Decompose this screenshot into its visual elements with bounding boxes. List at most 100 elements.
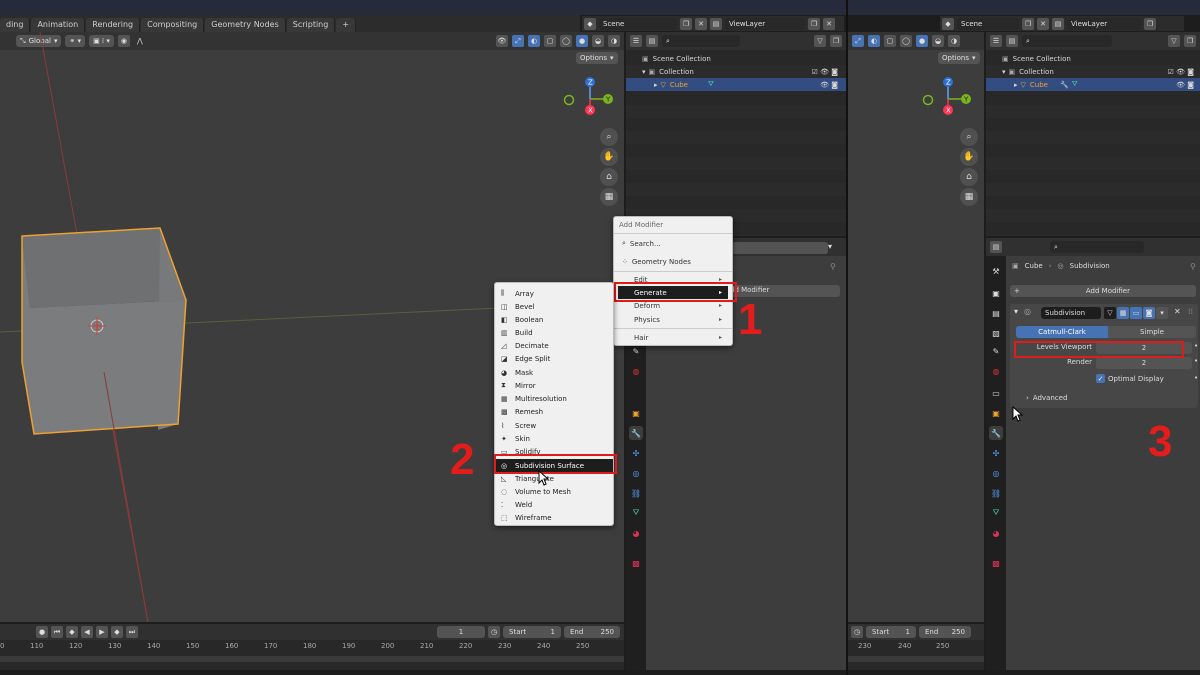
outliner-right[interactable]: ☰ ▤ ⌕ ▽ ❐ ▣ Scene Collection ▾ ▣ Collection… xyxy=(986,32,1200,236)
modifier-name-field[interactable]: Subdivision xyxy=(1041,307,1101,319)
editmode-toggle-icon[interactable]: ▦ xyxy=(1117,307,1129,319)
render-toggle-icon[interactable]: ◙ xyxy=(1143,307,1155,319)
menu-item-decimate[interactable]: ◿ Decimate xyxy=(495,339,613,352)
axis-gizmo[interactable]: Z Y X xyxy=(918,74,978,124)
tool-tab-icon[interactable]: ⚒ xyxy=(989,264,1003,278)
menu-item-boolean[interactable]: ◧ Boolean xyxy=(495,313,613,326)
tab-compositing[interactable]: Compositing xyxy=(141,18,205,32)
advanced-subpanel[interactable]: › Advanced xyxy=(1026,394,1067,402)
timeline-scrollbar[interactable] xyxy=(0,656,624,662)
menu-item-multiresolution[interactable]: ▦ Multiresolution xyxy=(495,392,613,405)
start-frame-field[interactable]: Start 1 xyxy=(503,626,561,638)
new-scene-icon[interactable]: ❐ xyxy=(1022,17,1034,30)
start-frame-field[interactable]: Start 1 xyxy=(866,626,916,638)
tab-geometry-nodes[interactable]: Geometry Nodes xyxy=(205,18,286,32)
prev-keyframe-icon[interactable]: ◆ xyxy=(66,626,78,638)
texture-tab-icon[interactable]: ▩ xyxy=(629,556,643,570)
timeline-scrollbar[interactable] xyxy=(848,656,984,662)
collection-tab-icon[interactable]: ▭ xyxy=(989,386,1003,400)
menu-item-physics[interactable]: Physics ▸ xyxy=(618,313,728,326)
viewlayer-icon[interactable]: ▤ xyxy=(710,17,722,30)
visibility-icons[interactable]: ☑ 👁 ◙ xyxy=(1168,68,1194,76)
shading-material-icon[interactable]: ◒ xyxy=(932,35,944,47)
editor-type-icon[interactable]: ▤ xyxy=(990,241,1002,253)
end-frame-field[interactable]: End 250 xyxy=(564,626,620,638)
jump-start-icon[interactable]: ⏮ xyxy=(51,626,63,638)
options-dropdown[interactable]: Options ▾ xyxy=(938,52,980,64)
menu-item-weld[interactable]: ⁚ Weld xyxy=(495,498,613,511)
menu-item-edge-split[interactable]: ◪ Edge Split xyxy=(495,352,613,365)
pan-hand-icon[interactable]: ✋ xyxy=(600,148,618,166)
next-keyframe-icon[interactable]: ◆ xyxy=(111,626,123,638)
shading-solid-icon[interactable]: ● xyxy=(916,35,928,47)
constraints-tab-icon[interactable]: ⛓ xyxy=(629,486,643,500)
menu-item-remesh[interactable]: ▩ Remesh xyxy=(495,405,613,418)
tab-layout[interactable]: ding xyxy=(0,18,31,32)
perspective-toggle-icon[interactable]: ▦ xyxy=(600,188,618,206)
outliner-row-collection[interactable]: ▾ ▣ Collection ☑ 👁 ◙ xyxy=(986,65,1200,78)
play-icon[interactable]: ▶ xyxy=(96,626,108,638)
delete-scene-icon[interactable]: ✕ xyxy=(695,17,707,30)
camera-view-icon[interactable]: ⌂ xyxy=(960,168,978,186)
visibility-icons[interactable]: 👁 ◙ xyxy=(820,81,838,89)
record-icon[interactable]: ● xyxy=(36,626,48,638)
new-collection-icon[interactable]: ❐ xyxy=(830,35,842,47)
new-viewlayer-icon[interactable]: ❐ xyxy=(1144,17,1156,30)
current-frame-field[interactable]: 1 xyxy=(437,626,485,638)
outliner-left[interactable]: ☰ ▤ ⌕ ▽ ❐ ▣ Scene Collection ▾ ▣ Collection… xyxy=(626,32,846,236)
menu-item-volume-to-mesh[interactable]: ◌ Volume to Mesh xyxy=(495,485,613,498)
keyframe-dot-icon[interactable]: • xyxy=(1194,342,1198,350)
outliner-row-collection[interactable]: ▾ ▣ Collection ☑ 👁 ◙ xyxy=(626,65,846,78)
physics-tab-icon[interactable]: ◎ xyxy=(989,466,1003,480)
clock-icon[interactable]: ◷ xyxy=(851,626,863,638)
chevron-down-icon[interactable]: ▾ xyxy=(1002,68,1006,76)
new-viewlayer-icon[interactable]: ❐ xyxy=(808,17,820,30)
delete-scene-icon[interactable]: ✕ xyxy=(1037,17,1049,30)
chevron-down-icon[interactable]: ▾ xyxy=(642,68,646,76)
catmull-clark-button[interactable]: Catmull-Clark xyxy=(1016,326,1108,338)
tab-animation[interactable]: Animation xyxy=(31,18,86,32)
physics-tab-icon[interactable]: ◎ xyxy=(629,466,643,480)
end-frame-field[interactable]: End 250 xyxy=(919,626,971,638)
simple-button[interactable]: Simple xyxy=(1108,326,1196,338)
modifier-tab-icon[interactable]: 🔧 xyxy=(989,426,1003,440)
tab-rendering[interactable]: Rendering xyxy=(86,18,141,32)
axis-gizmo[interactable]: Z Y X xyxy=(560,74,620,124)
outliner-row-scene-collection[interactable]: ▣ Scene Collection xyxy=(626,52,846,65)
filter-icon[interactable]: ▽ xyxy=(814,35,826,47)
timeline-left[interactable]: ● ⏮ ◆ ◀ ▶ ◆ ⏭ 1 ◷ Start 1 End 250 0 110 12… xyxy=(0,624,624,670)
play-reverse-icon[interactable]: ◀ xyxy=(81,626,93,638)
data-tab-icon[interactable]: ⛛ xyxy=(629,506,643,520)
shading-wire-icon[interactable]: ◯ xyxy=(900,35,912,47)
chevron-down-icon[interactable]: ▾ xyxy=(1156,307,1168,319)
overlay-toggle-icon[interactable]: ◐ xyxy=(868,35,880,47)
viewport-3d-right[interactable]: ⤢ ◐ ▢ ◯ ● ◒ ◑ Options ▾ Z Y X ⌕ ✋ ⌂ ▦ xyxy=(848,32,984,622)
view-layer-tab-icon[interactable]: ▧ xyxy=(989,326,1003,340)
data-tab-icon[interactable]: ⛛ xyxy=(989,506,1003,520)
object-tab-icon[interactable]: ▣ xyxy=(989,406,1003,420)
keyframe-dot-icon[interactable]: • xyxy=(1194,374,1198,382)
menu-item-skin[interactable]: ✦ Skin xyxy=(495,432,613,445)
modifier-tab-icon[interactable]: 🔧 xyxy=(629,426,643,440)
pin-icon[interactable]: ⚲ xyxy=(1190,262,1196,271)
menu-item-array[interactable]: ⫼ Array xyxy=(495,287,613,300)
outliner-search-input[interactable]: ⌕ xyxy=(662,35,740,47)
menu-item-mask[interactable]: ◕ Mask xyxy=(495,366,613,379)
viewlayer-field[interactable]: ViewLayer xyxy=(725,17,805,30)
editor-type-icon[interactable]: ☰ xyxy=(630,35,642,47)
particles-tab-icon[interactable]: ✣ xyxy=(989,446,1003,460)
menu-item-mirror[interactable]: ⧗ Mirror xyxy=(495,379,613,392)
object-tab-icon[interactable]: ▣ xyxy=(629,406,643,420)
gizmo-toggle-icon[interactable]: ⤢ xyxy=(852,35,864,47)
viewport-toggle-icon[interactable]: ▭ xyxy=(1130,307,1142,319)
display-mode-icon[interactable]: ▤ xyxy=(1006,35,1018,47)
properties-search-input[interactable]: ⌕ xyxy=(1050,241,1144,253)
new-collection-icon[interactable]: ❐ xyxy=(1184,35,1196,47)
timeline-right[interactable]: ◷ Start 1 End 250 230 240 250 xyxy=(848,624,984,670)
menu-item-screw[interactable]: ⌇ Screw xyxy=(495,419,613,432)
chevron-down-icon[interactable]: ▾ xyxy=(1014,307,1018,316)
material-tab-icon[interactable]: ◕ xyxy=(989,526,1003,540)
texture-tab-icon[interactable]: ▩ xyxy=(989,556,1003,570)
properties-search-input[interactable] xyxy=(732,242,828,254)
drag-handle-icon[interactable]: ⁞⁞ xyxy=(1188,307,1193,316)
